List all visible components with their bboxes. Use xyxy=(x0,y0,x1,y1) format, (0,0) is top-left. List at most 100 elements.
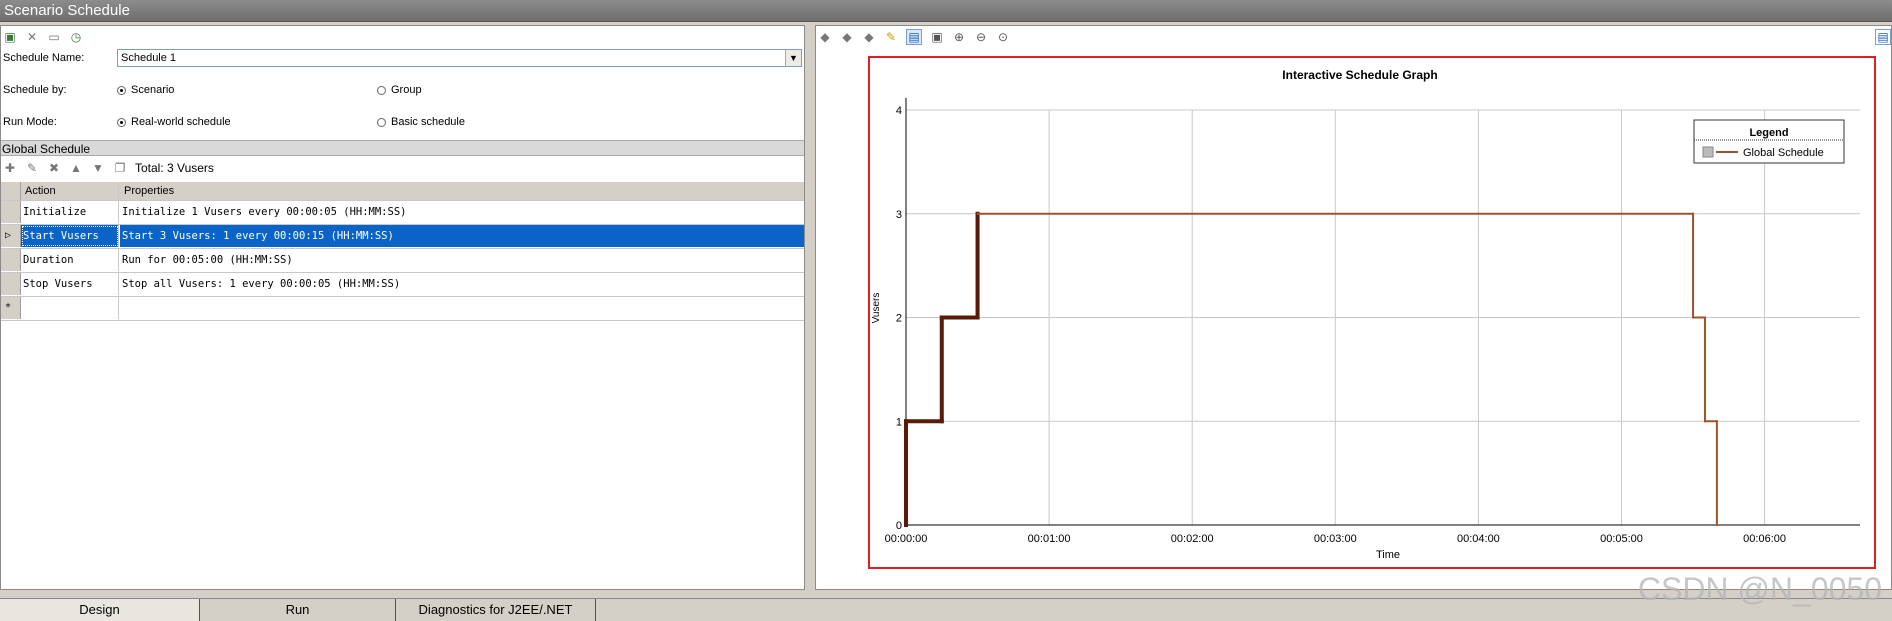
zoom-in-icon[interactable]: ⊕ xyxy=(952,30,966,44)
new-row[interactable]: * xyxy=(1,297,804,321)
schedule-name-select[interactable]: Schedule 1 ▼ xyxy=(117,49,802,67)
y-tick-label: 2 xyxy=(896,313,902,325)
tab-design[interactable]: Design xyxy=(0,599,200,621)
schedule-name-value: Schedule 1 xyxy=(121,52,177,64)
view-mode-icon[interactable]: ▤ xyxy=(906,29,922,45)
legend-title: Legend xyxy=(1749,127,1788,139)
schedule-definition-pane: ▣ ✕ ▭ ◷ Schedule Name: Schedule 1 ▼ Sche… xyxy=(0,25,805,590)
x-tick-label: 00:04:00 xyxy=(1457,533,1500,545)
x-tick-label: 00:05:00 xyxy=(1600,533,1643,545)
pencil-icon[interactable]: ✎ xyxy=(884,30,898,44)
schedule-name-row: Schedule Name: Schedule 1 ▼ xyxy=(1,48,804,70)
properties-cell[interactable] xyxy=(120,297,804,319)
axes: 00:00:00 00:01:00 00:02:00 00:03:00 00:04:00… xyxy=(885,98,1860,545)
action-cell[interactable]: Stop Vusers xyxy=(21,273,119,295)
graph-tool-2-icon[interactable]: ◆ xyxy=(840,30,854,44)
delete-action-icon[interactable]: ✖ xyxy=(47,161,61,175)
fit-icon[interactable]: ▣ xyxy=(930,30,944,44)
x-tick-label: 00:03:00 xyxy=(1314,533,1357,545)
run-mode-basic-radio[interactable]: Basic schedule xyxy=(377,116,465,128)
action-cell[interactable]: Duration xyxy=(21,249,119,271)
x-axis-label: Time xyxy=(1376,549,1400,561)
export-icon[interactable]: ▤ xyxy=(1875,29,1891,45)
action-cell[interactable] xyxy=(21,297,119,319)
radio-label: Real-world schedule xyxy=(131,116,231,128)
properties-cell[interactable]: Initialize 1 Vusers every 00:00:05 (HH:M… xyxy=(120,201,804,223)
table-row[interactable]: Stop Vusers Stop all Vusers: 1 every 00:… xyxy=(1,273,804,297)
copy-icon[interactable]: ❐ xyxy=(113,161,127,175)
chevron-down-icon[interactable]: ▼ xyxy=(785,50,801,66)
schedule-graph-svg: Interactive Schedule Graph 00:00:00 00:01… xyxy=(871,68,1860,561)
tab-diagnostics[interactable]: Diagnostics for J2EE/.NET xyxy=(396,599,596,621)
series-lines xyxy=(904,211,1718,527)
table-row[interactable]: ▷ Start Vusers Start 3 Vusers: 1 every 0… xyxy=(1,225,804,249)
row-header-cell[interactable] xyxy=(1,201,21,223)
zoom-out-icon[interactable]: ⊖ xyxy=(974,30,988,44)
row-header-cell[interactable]: ▷ xyxy=(1,225,21,247)
x-tick-label: 00:02:00 xyxy=(1171,533,1214,545)
total-vusers-label: Total: 3 Vusers xyxy=(135,161,214,175)
row-header-cell[interactable] xyxy=(1,249,21,271)
action-cell[interactable]: Initialize xyxy=(21,201,119,223)
schedule-by-scenario-radio[interactable]: Scenario xyxy=(117,84,174,96)
properties-cell[interactable]: Stop all Vusers: 1 every 00:00:05 (HH:MM… xyxy=(120,273,804,295)
radio-selected-icon[interactable] xyxy=(117,85,126,95)
schedule-by-row: Schedule by: Scenario Group xyxy=(1,80,804,102)
tab-run[interactable]: Run xyxy=(200,599,396,621)
row-header-cell[interactable] xyxy=(1,273,21,295)
grid-header-row: Action Properties xyxy=(1,182,804,201)
radio-label: Group xyxy=(391,84,422,96)
properties-cell[interactable]: Run for 00:05:00 (HH:MM:SS) xyxy=(120,249,804,271)
move-up-icon[interactable]: ▲ xyxy=(69,161,83,175)
chart-title: Interactive Schedule Graph xyxy=(1282,68,1437,82)
global-schedule-toolbar: ✚ ✎ ✖ ▲ ▼ ❐ Total: 3 Vusers xyxy=(1,157,806,179)
y-tick-label: 4 xyxy=(896,105,902,117)
add-action-icon[interactable]: ✚ xyxy=(3,161,17,175)
new-row-marker-icon: * xyxy=(5,302,12,313)
y-tick-label: 1 xyxy=(896,416,902,428)
schedule-name-label: Schedule Name: xyxy=(3,52,85,64)
legend-checkbox-icon[interactable] xyxy=(1702,146,1714,158)
schedule-toolbar: ▣ ✕ ▭ ◷ xyxy=(1,26,806,48)
schedule-by-label: Schedule by: xyxy=(3,84,67,96)
y-tick-label: 3 xyxy=(896,209,902,221)
y-tick-label: 0 xyxy=(896,520,902,532)
edit-action-icon[interactable]: ✎ xyxy=(25,161,39,175)
run-mode-label: Run Mode: xyxy=(3,116,57,128)
run-mode-real-world-radio[interactable]: Real-world schedule xyxy=(117,116,231,128)
row-header-cell xyxy=(1,182,21,200)
bottom-tab-strip: Design Run Diagnostics for J2EE/.NET xyxy=(0,598,1892,621)
x-tick-label: 00:01:00 xyxy=(1028,533,1071,545)
window-title: Scenario Schedule xyxy=(0,0,1892,22)
column-header-properties[interactable]: Properties xyxy=(120,182,804,200)
radio-unselected-icon[interactable] xyxy=(377,85,386,95)
radio-label: Basic schedule xyxy=(391,116,465,128)
radio-selected-icon[interactable] xyxy=(117,117,126,127)
current-row-arrow-icon: ▷ xyxy=(5,230,12,241)
table-row[interactable]: Duration Run for 00:05:00 (HH:MM:SS) xyxy=(1,249,804,273)
chart-legend: Legend Global Schedule xyxy=(1693,119,1845,164)
properties-cell[interactable]: Start 3 Vusers: 1 every 00:00:15 (HH:MM:… xyxy=(120,225,804,247)
schedule-by-group-radio[interactable]: Group xyxy=(377,84,422,96)
schedule-graph: Interactive Schedule Graph 00:00:00 00:01… xyxy=(868,56,1876,569)
new-schedule-icon[interactable]: ▣ xyxy=(3,30,17,44)
radio-unselected-icon[interactable] xyxy=(377,117,386,127)
y-axis-label: Vusers xyxy=(871,293,882,324)
zoom-reset-icon[interactable]: ⊙ xyxy=(996,30,1010,44)
action-cell[interactable]: Start Vusers xyxy=(21,225,119,247)
run-mode-row: Run Mode: Real-world schedule Basic sche… xyxy=(1,112,804,134)
global-schedule-grid: Action Properties Initialize Initialize … xyxy=(1,182,804,321)
x-tick-label: 00:00:00 xyxy=(885,533,928,545)
new-row-marker: * xyxy=(1,297,21,319)
rename-schedule-icon[interactable]: ▭ xyxy=(47,30,61,44)
graph-tool-3-icon[interactable]: ◆ xyxy=(862,30,876,44)
move-down-icon[interactable]: ▼ xyxy=(91,161,105,175)
delete-schedule-icon[interactable]: ✕ xyxy=(25,30,39,44)
graph-tool-1-icon[interactable]: ◆ xyxy=(818,30,832,44)
column-header-action[interactable]: Action xyxy=(21,182,119,200)
schedule-graph-pane: ◆ ◆ ◆ ✎ ▤ ▣ ⊕ ⊖ ⊙ ▤ Interactive Schedule… xyxy=(815,25,1892,590)
x-tick-label: 00:06:00 xyxy=(1743,533,1786,545)
schedule-clock-icon[interactable]: ◷ xyxy=(69,30,83,44)
global-schedule-header: Global Schedule xyxy=(1,140,804,156)
table-row[interactable]: Initialize Initialize 1 Vusers every 00:… xyxy=(1,201,804,225)
